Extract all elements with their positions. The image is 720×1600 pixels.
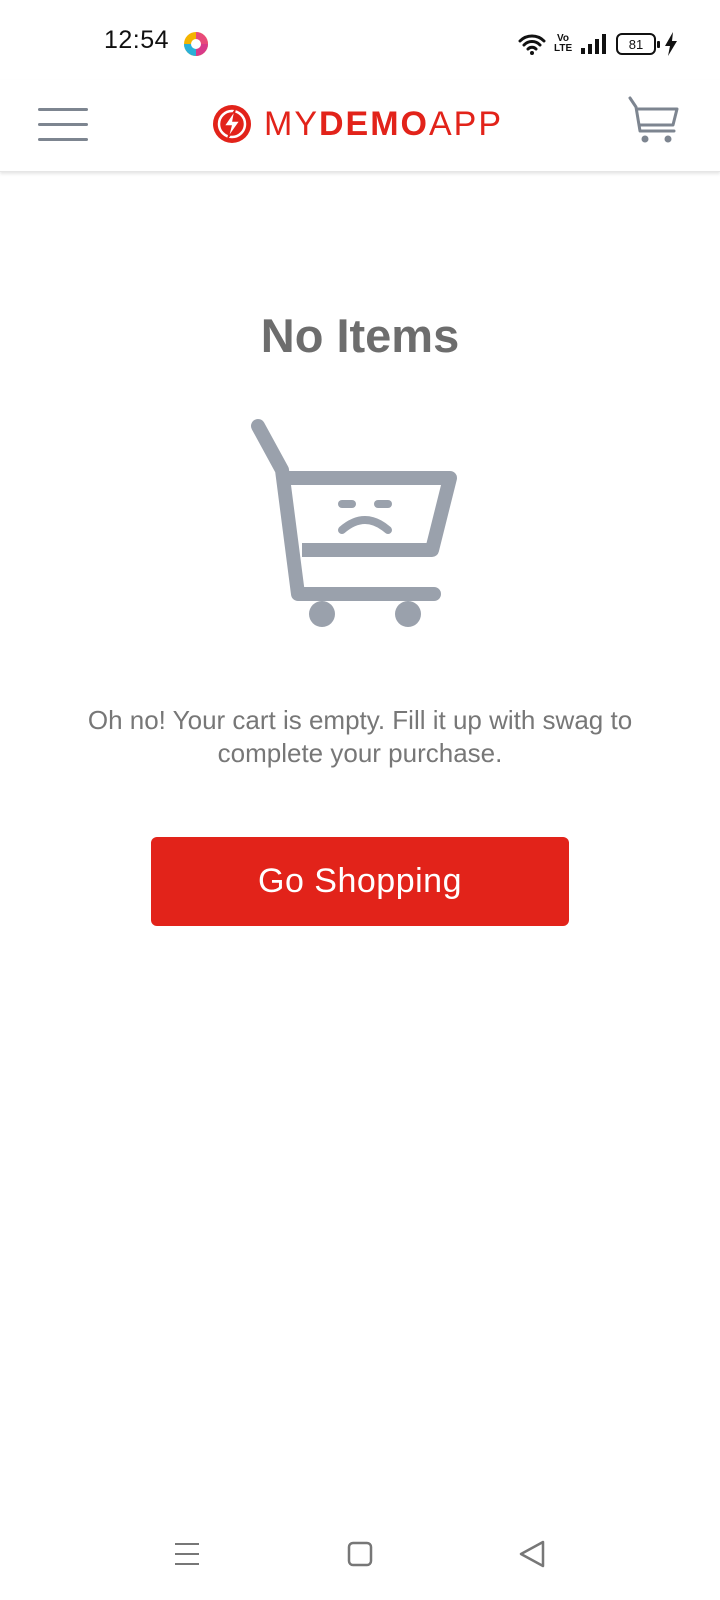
lightning-logo-icon <box>213 105 251 143</box>
shopping-cart-icon[interactable] <box>628 95 680 147</box>
status-bar: 12:54 Vo LTE 81 <box>0 0 720 80</box>
cart-screen: 12:54 Vo LTE 81 MYDEMOAPP No Items Oh no… <box>0 0 720 1600</box>
sad-cart-icon <box>251 419 457 627</box>
status-time: 12:54 <box>104 26 170 54</box>
home-icon[interactable] <box>340 1534 380 1574</box>
recents-icon[interactable] <box>167 1534 207 1574</box>
brand-name: MYDEMOAPP <box>264 104 504 143</box>
status-icons: Vo LTE 81 <box>518 28 678 60</box>
hamburger-menu-icon[interactable] <box>38 102 92 146</box>
empty-cart-message: Oh no! Your cart is empty. Fill it up wi… <box>87 705 633 768</box>
app-header: MYDEMOAPP <box>0 80 720 172</box>
back-icon[interactable] <box>513 1534 553 1574</box>
volte-icon: Vo LTE <box>554 33 573 54</box>
empty-cart-title: No Items <box>260 309 460 362</box>
menu-line <box>38 137 88 141</box>
go-shopping-button[interactable]: Go Shopping <box>151 837 569 926</box>
app-notification-icon <box>184 32 208 56</box>
menu-line <box>38 107 88 111</box>
brand-logo: MYDEMOAPP <box>212 98 503 150</box>
menu-line <box>38 122 88 126</box>
wifi-icon <box>518 34 546 55</box>
battery-icon: 81 <box>616 33 660 55</box>
system-nav-bar <box>0 1510 720 1600</box>
battery-level: 81 <box>628 36 644 52</box>
charging-icon <box>665 32 677 56</box>
signal-icon <box>581 34 606 54</box>
